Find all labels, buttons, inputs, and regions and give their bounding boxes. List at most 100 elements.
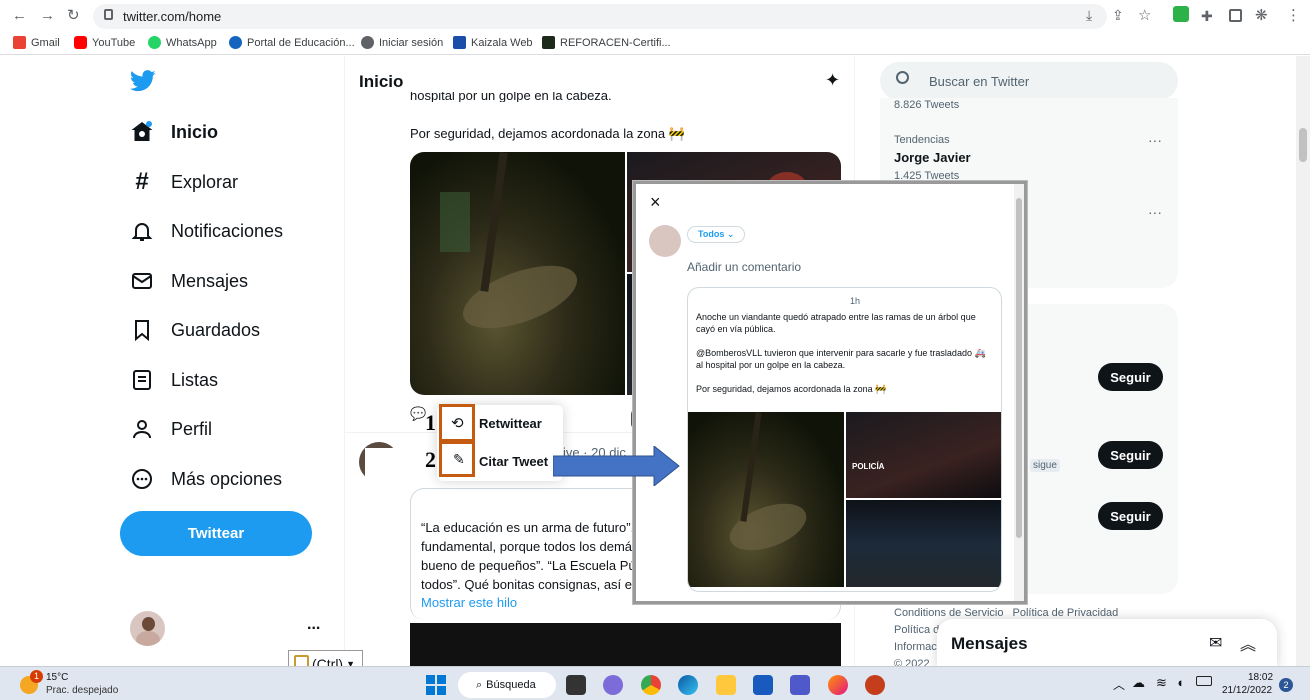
weather-widget[interactable]: 1 [20,670,43,694]
nav-listas[interactable]: Listas [130,368,218,392]
reforacen-icon [542,36,555,49]
teams-chat-icon[interactable] [603,675,623,695]
terms-link[interactable]: Conditions de Servicio [894,607,1003,619]
comment-input[interactable]: Añadir un comentario [687,260,801,274]
new-message-icon[interactable]: ✉ [1209,633,1222,653]
quote-tweet-modal: × Todos ⌄ Añadir un comentario 1h Anoche… [633,181,1027,604]
tweet-photo-1[interactable] [410,152,625,395]
scrollbar-thumb[interactable] [1299,128,1307,162]
chevron-up-icon[interactable]: ︽ [1240,631,1256,655]
share-icon[interactable]: ⇪ [1112,7,1124,24]
twittear-button[interactable]: Twittear [120,511,312,556]
reload-icon[interactable]: ↻ [67,6,80,26]
envelope-icon [132,273,152,289]
retweet-label: Retwittear [479,416,542,431]
annotation-number-1: 1 [425,410,436,435]
word-icon[interactable] [753,675,773,695]
nav-inicio[interactable]: Inicio [130,120,218,144]
modal-scrollbar[interactable] [1014,184,1024,601]
nav-mensajes[interactable]: Mensajes [130,269,248,293]
puzzle-icon[interactable]: ✚ [1201,6,1213,26]
file-explorer-icon[interactable] [716,675,736,695]
close-icon[interactable]: × [650,192,661,213]
forward-icon[interactable]: → [40,6,55,26]
quoted-photo-2: POLICÍA [846,412,1001,498]
bookmark-whatsapp[interactable]: WhatsApp [148,36,217,49]
star-icon[interactable]: ☆ [1138,6,1151,24]
onedrive-icon[interactable]: ☁ [1132,675,1145,691]
notification-badge[interactable]: 2 [1279,678,1293,692]
account-more-icon[interactable]: ... [307,616,320,634]
search-input[interactable]: Buscar en Twitter [880,62,1178,100]
volume-icon[interactable]: ◖ [1176,675,1184,690]
more-icon[interactable]: ··· [1148,132,1162,148]
taskbar-search[interactable]: ⌕ Búsqueda [458,672,556,698]
bookmark-label: Gmail [31,36,60,49]
nav-perfil[interactable]: Perfil [130,417,212,441]
clock-time[interactable]: 18:02 [1248,672,1273,683]
nav-notificaciones[interactable]: Notificaciones [130,219,283,243]
windows-start-icon[interactable] [426,675,446,695]
menu-icon[interactable]: ⋮ [1286,6,1301,26]
audience-selector[interactable]: Todos ⌄ [687,226,746,243]
bell-icon [131,223,153,241]
powerpoint-icon[interactable] [865,675,885,695]
bookmark-portal-educacion[interactable]: Portal de Educación... [229,36,355,49]
install-icon[interactable]: ⤓ [1086,7,1092,24]
weather-badge: 1 [30,670,43,683]
follow-button[interactable]: Seguir [1098,363,1163,391]
nav-explorar[interactable]: # Explorar [130,170,238,194]
quoted-tweet-card: 1h Anoche un viandante quedó atrapado en… [687,287,1002,592]
bookmark-iniciar-sesion[interactable]: Iniciar sesión [361,36,443,49]
bookmarks-bar: Gmail YouTube WhatsApp Portal de Educaci… [0,33,1310,55]
nav-mas-opciones[interactable]: Más opciones [130,467,282,491]
gmail-icon [13,36,26,49]
reply-icon[interactable]: 💬 [410,406,426,422]
follow-button[interactable]: Seguir [1098,441,1163,469]
address-bar[interactable]: twitter.com/home ⤓ ⇪ ☆ [93,4,1151,29]
more-icon[interactable]: ··· [1148,204,1162,220]
clock-date[interactable]: 21/12/2022 [1222,685,1272,696]
quoted-time: 1h [850,296,861,306]
bookmark-kaizala[interactable]: Kaizala Web [453,36,533,49]
scrollbar-thumb[interactable] [1016,198,1022,538]
privacy-link[interactable]: Política de Privacidad [1013,607,1119,619]
page-scrollbar[interactable] [1296,56,1310,666]
messages-drawer[interactable]: Mensajes ✉ ︽ [937,619,1277,666]
bookmark-youtube[interactable]: YouTube [74,36,135,49]
sparkle-icon[interactable]: ✦ [825,70,840,91]
firefox-icon[interactable] [828,675,848,695]
quoted-line: bueno de pequeños”. “La Escuela Pú [421,558,636,573]
show-thread-link[interactable]: Mostrar este hilo [421,595,517,610]
wifi-icon[interactable]: ≋ [1156,675,1167,691]
more-circle-icon [132,469,152,489]
url-text[interactable]: twitter.com/home [123,9,221,24]
back-icon[interactable]: ← [12,6,27,26]
trend-name[interactable]: Jorge Javier [894,150,971,165]
footer-link[interactable]: Informac [894,641,937,653]
bookmark-gmail[interactable]: Gmail [13,36,60,49]
chevron-up-icon[interactable]: ︿ [1113,676,1125,693]
avatar[interactable] [130,611,165,646]
whatsapp-icon [148,36,161,49]
nav-label: Explorar [171,171,239,192]
police-label: POLICÍA [852,462,885,471]
sidepanel-icon[interactable] [1229,9,1242,22]
bookmark-reforacen[interactable]: REFORACEN-Certifi... [542,36,671,49]
bookmark-icon [135,320,149,342]
teams-icon[interactable] [790,675,810,695]
video-preview[interactable] [410,623,841,666]
task-view-icon[interactable] [566,675,586,695]
nav-guardados[interactable]: Guardados [130,318,260,342]
battery-icon[interactable] [1196,676,1212,686]
chrome-icon[interactable] [641,675,661,695]
twitter-logo-icon[interactable] [130,70,156,92]
nav-label: Listas [171,369,219,390]
annotation-number-2: 2 [425,447,436,472]
extension-icon[interactable] [1173,6,1189,22]
follow-button[interactable]: Seguir [1098,502,1163,530]
footer-link[interactable]: Política d [894,624,939,636]
avatar-overlap [365,448,401,488]
edge-icon[interactable] [678,675,698,695]
extension2-icon[interactable]: ❋ [1255,6,1268,26]
